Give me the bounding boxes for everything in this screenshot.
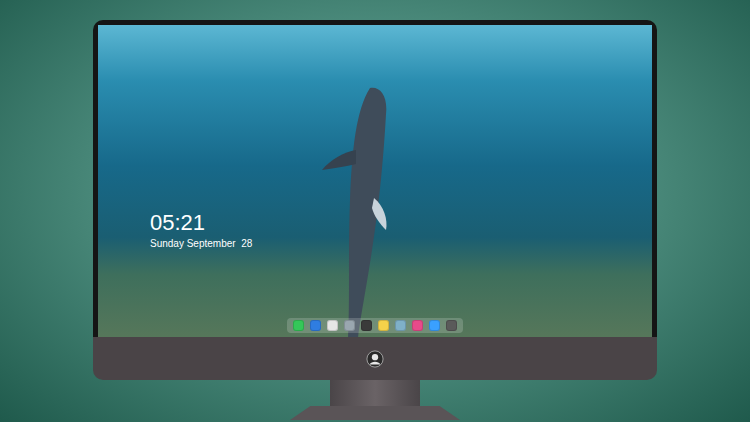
monitor-bezel: 05:21 Sunday September 28 xyxy=(93,20,657,337)
app-icon[interactable] xyxy=(361,320,372,331)
clock-date: Sunday September 28 xyxy=(150,238,252,250)
lock-screen: 05:21 Sunday September 28 xyxy=(98,25,652,337)
dolphin-icon xyxy=(308,80,408,337)
app-icon[interactable] xyxy=(412,320,423,331)
app-icon[interactable] xyxy=(378,320,389,331)
monitor: 05:21 Sunday September 28 xyxy=(93,20,657,420)
app-icon[interactable] xyxy=(293,320,304,331)
logo-icon xyxy=(366,350,384,368)
app-icon[interactable] xyxy=(429,320,440,331)
clock-time: 05:21 xyxy=(150,211,252,235)
monitor-chin xyxy=(93,337,657,380)
app-icon[interactable] xyxy=(344,320,355,331)
desktop-mockup: 05:21 Sunday September 28 xyxy=(0,0,750,422)
monitor-base xyxy=(290,406,460,420)
app-icon[interactable] xyxy=(446,320,457,331)
clock: 05:21 Sunday September 28 xyxy=(150,211,252,250)
app-icon[interactable] xyxy=(310,320,321,331)
dock xyxy=(287,318,463,333)
app-icon[interactable] xyxy=(395,320,406,331)
app-icon[interactable] xyxy=(327,320,338,331)
monitor-stand xyxy=(330,380,420,406)
